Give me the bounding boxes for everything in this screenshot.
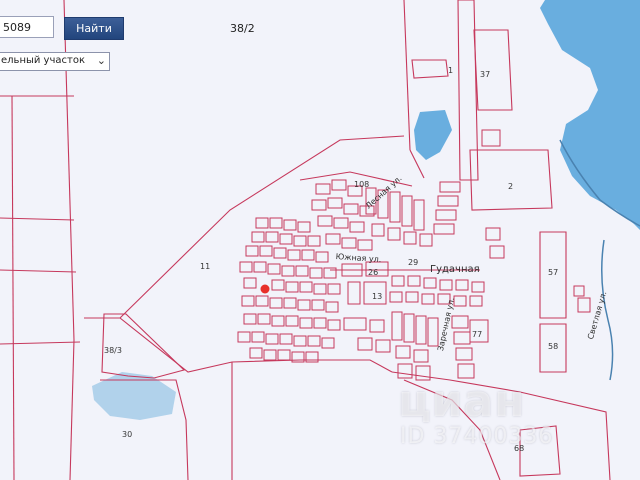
- street-label-gudachnaya: Гудачная: [430, 264, 480, 275]
- parcel-label-29: 29: [408, 258, 419, 267]
- parcel-label-58: 58: [548, 342, 559, 351]
- watermark-listing-id: ID 37400336: [400, 424, 554, 449]
- object-type-select[interactable]: ельный участок ⌄: [0, 52, 110, 71]
- parcel-label-30: 30: [122, 430, 133, 439]
- selected-parcel-marker[interactable]: [260, 284, 270, 294]
- cadastral-search-input[interactable]: [0, 16, 54, 38]
- parcel-label-108: 108: [354, 180, 370, 189]
- parcel-label-26: 26: [368, 268, 379, 277]
- parcel-label-77: 77: [472, 330, 483, 339]
- find-button[interactable]: Найти: [64, 17, 124, 40]
- parcel-label-2: 2: [508, 182, 514, 191]
- map-screen: Найти ельный участок ⌄ 38/2 38/3 37 2 11…: [0, 0, 640, 480]
- watermark-brand-logo: циан: [398, 376, 526, 427]
- cadastral-map[interactable]: [0, 0, 640, 480]
- parcel-label-11: 11: [200, 262, 211, 271]
- object-type-select-value: ельный участок: [1, 55, 85, 66]
- parcel-label-1: 1: [448, 66, 454, 75]
- chevron-down-icon: ⌄: [96, 54, 106, 67]
- quarter-left-label: 38/3: [104, 346, 122, 355]
- parcel-label-37: 37: [480, 70, 491, 79]
- parcel-label-57: 57: [548, 268, 559, 277]
- parcel-label-13: 13: [372, 292, 383, 301]
- quarter-label: 38/2: [230, 22, 255, 35]
